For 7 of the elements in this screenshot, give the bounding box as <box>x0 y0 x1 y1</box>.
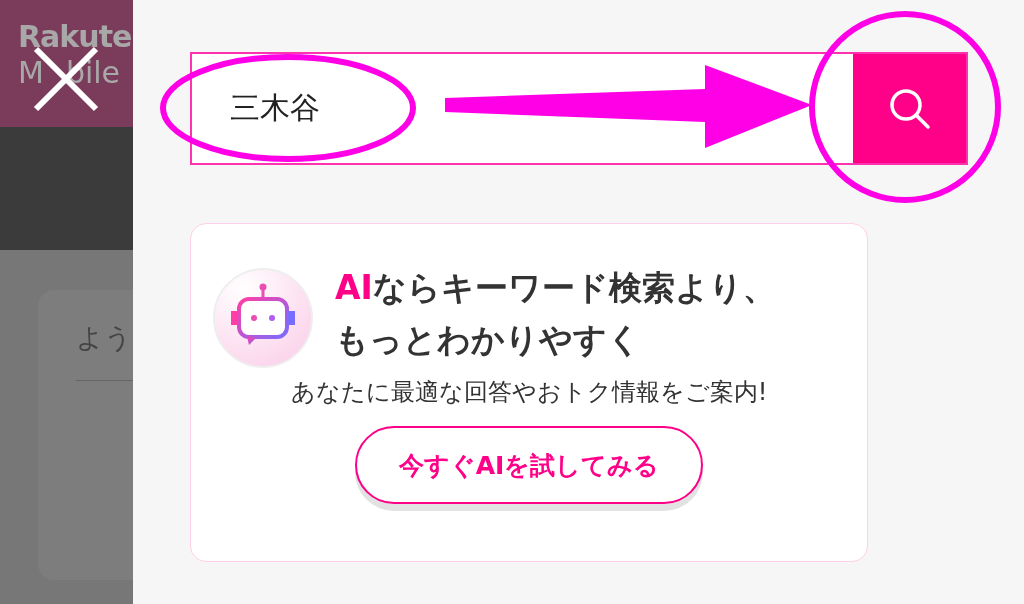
robot-icon <box>211 266 315 370</box>
promo-title: AIならキーワード検索より、 もっとわかりやすく <box>335 267 776 361</box>
logo-text: Rakute <box>18 22 132 52</box>
card-text: よう <box>76 321 133 355</box>
logo-text: M <box>18 58 44 88</box>
search-button[interactable] <box>853 54 966 163</box>
promo-description: あなたに最適な回答やおトク情報をご案内! <box>290 377 768 408</box>
